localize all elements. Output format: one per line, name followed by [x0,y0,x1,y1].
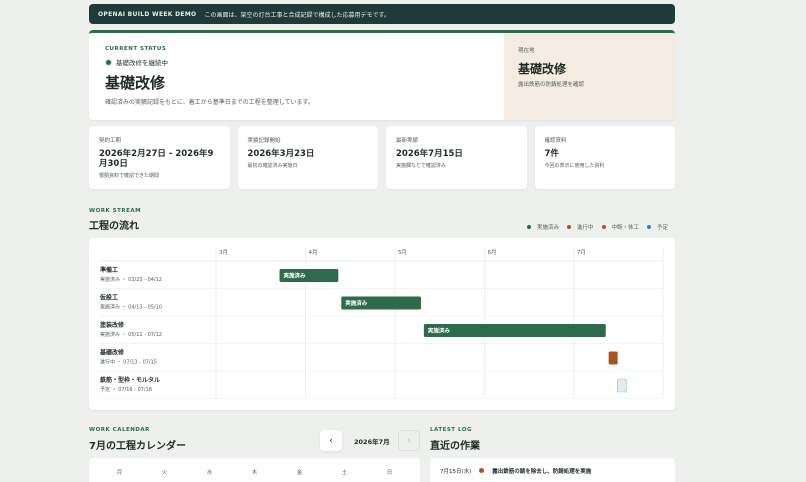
gantt-bar-label: 実施済み [284,272,307,280]
calendar-month: 2026年7月 [354,438,390,446]
legend-label: 予定 [657,225,669,231]
weekday-label: 土 [341,470,348,476]
gantt-legend: 実施済み 進行中 中断・休工 予定 [527,223,668,231]
status-description: 確認済みの実績記録をもとに、着工から基準日までの工程を整理しています。 [105,99,314,106]
status-main: CURRENT STATUS 基礎改修を継続中 基礎改修 確認済みの実績記録をも… [89,33,504,120]
status-title: 基礎改修 [105,74,166,92]
weekday-label: 金 [296,470,303,476]
log-eyebrow: LATEST LOG [430,427,472,433]
gantt-task-meta: 実施済み ・ 03/23 - 04/12 [100,276,162,283]
legend-label: 進行中 [577,225,594,231]
gantt-task-name: 基礎改修 [99,349,125,357]
gantt-bar-planned [617,378,627,393]
gantt-chart: 3月 4月 5月 6月 7月 準備工 実施済み ・ 03/23 - 04/12 実施済み 仮設工… [89,238,675,410]
gantt-bar-done [423,324,606,337]
card-sub: 根拠資料で確認できた期間 [99,173,160,179]
gantt-bar-label: 実施済み [345,299,368,307]
gantt-task-name: 鉄筋・型枠・モルタル [100,376,160,384]
current-status-panel: CURRENT STATUS 基礎改修を継続中 基礎改修 確認済みの実績記録をも… [89,30,675,120]
gantt-task-name: 塗装改修 [100,321,125,329]
workstream-title: 工程の流れ [89,221,139,232]
location-desc: 露出鉄筋の防錆処理を確認 [518,82,585,88]
legend-item-planned: 予定 [647,223,668,231]
log-entry[interactable]: 7月15日(水) 露出鉄筋の錆を除去し、防錆処理を実施 [430,458,675,482]
card-sub: 今回の表示に使用した資料 [544,163,605,169]
legend-item-done: 実施済み [527,223,559,231]
status-state-label: 基礎改修を継続中 [116,59,168,67]
gantt-svg: 3月 4月 5月 6月 7月準備工実施済み ・ 03/23 - 04/12実施済み仮設工… [99,248,664,399]
card-record-start: 実績記録開始 2026年3月23日 最初の確認済み実施日 [237,126,378,189]
gantt-task-meta: 進行中 ・ 07/13 - 07/15 [100,359,157,366]
card-value: 2026年3月23日 [247,149,315,159]
status-dot-icon [105,58,112,66]
weekday-label: 日 [386,470,393,476]
gantt-bar-progress [608,351,618,365]
status-location: 現在地 基礎改修 露出鉄筋の防錆処理を確認 [504,33,675,120]
next-month-button[interactable]: › [398,430,420,451]
card-sub: 実施欄などで確認済み [396,163,446,169]
status-eyebrow: CURRENT STATUS [105,46,167,52]
gantt-task-name: 準備工 [100,266,118,274]
legend-item-progress: 進行中 [567,223,594,231]
location-label: 現在地 [518,48,535,54]
gantt-month-label: 7月 [577,249,586,256]
gantt-task-meta: 実施済み ・ 04/13 - 05/10 [100,304,162,311]
legend-swatch [647,225,652,229]
summary-cards: 契約工期 2026年2月27日 - 2026年9月30日 根拠資料で確認できた期… [89,126,675,189]
card-key: 確認資料 [544,138,567,144]
weekday-label: 月 [116,470,123,476]
card-sub: 最初の確認済み実施日 [247,163,298,169]
card-value: 7件 [544,149,559,159]
card-key: 契約工期 [99,138,122,144]
legend-item-paused: 中断・休工 [601,223,640,231]
legend-swatch [567,225,572,229]
log-status-dot-icon [479,467,485,473]
weekday-label: 水 [206,470,213,476]
card-contract-period: 契約工期 2026年2月27日 - 2026年9月30日 根拠資料で確認できた期… [89,126,230,189]
gantt-task-name: 仮設工 [99,294,118,302]
card-documents: 確認資料 7件 今回の表示に使用した資料 [534,126,675,189]
log-title: 直近の作業 [430,441,480,452]
gantt-month-label: 5月 [398,249,407,256]
demo-tag: OPENAI BUILD WEEK DEMO [98,10,197,18]
card-value: 2026年2月27日 - 2026年9月30日 [99,149,214,169]
gantt-month-label: 3月 [219,249,228,256]
demo-banner: OPENAI BUILD WEEK DEMO この画面は、架空の灯台工事と合成記… [89,4,675,24]
legend-label: 中断・休工 [611,225,640,231]
calendar-grid: 月 火 水 木 金 土 日 [89,458,420,482]
demo-text: この画面は、架空の灯台工事と合成記録で構成した応募用デモです。 [204,11,390,19]
legend-swatch [601,225,606,229]
status-state: 基礎改修を継続中 [105,57,488,67]
log-text: 露出鉄筋の錆を除去し、防錆処理を実施 [492,469,592,475]
card-value: 2026年7月15日 [396,149,463,159]
gantt-month-label: 6月 [488,249,497,256]
prev-month-button[interactable]: ‹ [320,430,342,451]
card-key: 最新実績 [396,138,419,144]
card-key: 実績記録開始 [247,138,281,144]
legend-label: 実施済み [537,225,560,231]
gantt-task-meta: 予定 ・ 07/16 - 07/18 [100,386,152,393]
legend-swatch [527,225,531,229]
log-date: 7月15日(水) [440,469,472,475]
location-title: 基礎改修 [518,62,567,76]
gantt-month-label: 4月 [309,249,318,256]
workstream-eyebrow: WORK STREAM [89,208,142,214]
weekday-label: 火 [161,470,168,476]
gantt-bar-label: 実施済み [428,327,451,335]
calendar-eyebrow: WORK CALENDAR [89,427,150,433]
gantt-task-meta: 実施済み ・ 05/11 - 07/12 [100,331,162,338]
weekday-label: 木 [251,470,258,476]
calendar-title: 7月の工程カレンダー [89,441,186,452]
card-latest-record: 最新実績 2026年7月15日 実施欄などで確認済み [386,126,527,189]
